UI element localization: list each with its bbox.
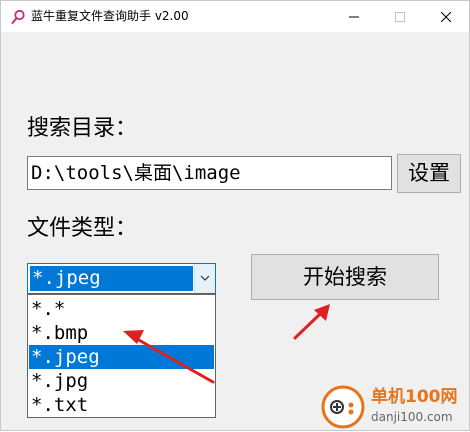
filetype-selected-value: *.jpeg: [30, 266, 193, 291]
dropdown-option[interactable]: *.*: [29, 297, 214, 321]
app-window: 蓝牛重复文件查询助手 v2.00 搜索目录： D:\tools\桌面\image…: [0, 0, 470, 431]
directory-input[interactable]: D:\tools\桌面\image: [27, 156, 392, 190]
filetype-dropdown-list: *.* *.bmp *.jpeg *.jpg *.txt: [27, 294, 216, 418]
watermark-logo-icon: [321, 385, 365, 429]
chevron-down-icon: [200, 275, 210, 281]
watermark-url: danji100.com: [371, 410, 453, 424]
filetype-label: 文件类型：: [27, 216, 138, 241]
close-icon: [441, 12, 451, 22]
watermark-logo: 单机100网 danji100.com: [319, 383, 469, 431]
dropdown-option[interactable]: *.jpg: [29, 369, 214, 393]
magnifier-icon: [10, 9, 26, 25]
directory-label: 搜索目录：: [27, 116, 138, 141]
filetype-combobox[interactable]: *.jpeg: [27, 263, 216, 294]
watermark-name: 单机100网: [371, 387, 458, 407]
minimize-button[interactable]: [331, 1, 377, 32]
dropdown-toggle[interactable]: [194, 264, 215, 293]
minimize-icon: [349, 16, 359, 18]
close-button[interactable]: [423, 1, 469, 32]
maximize-icon: [395, 12, 405, 22]
dropdown-option[interactable]: *.txt: [29, 393, 214, 417]
dropdown-option-selected[interactable]: *.jpeg: [29, 345, 214, 369]
annotation-arrow-to-button: [293, 304, 330, 340]
maximize-button[interactable]: [377, 1, 423, 32]
dropdown-option[interactable]: *.bmp: [29, 321, 214, 345]
window-title: 蓝牛重复文件查询助手 v2.00: [31, 9, 189, 23]
settings-button[interactable]: 设置: [397, 154, 461, 193]
title-bar[interactable]: 蓝牛重复文件查询助手 v2.00: [1, 1, 469, 32]
start-search-button[interactable]: 开始搜索: [251, 254, 439, 300]
